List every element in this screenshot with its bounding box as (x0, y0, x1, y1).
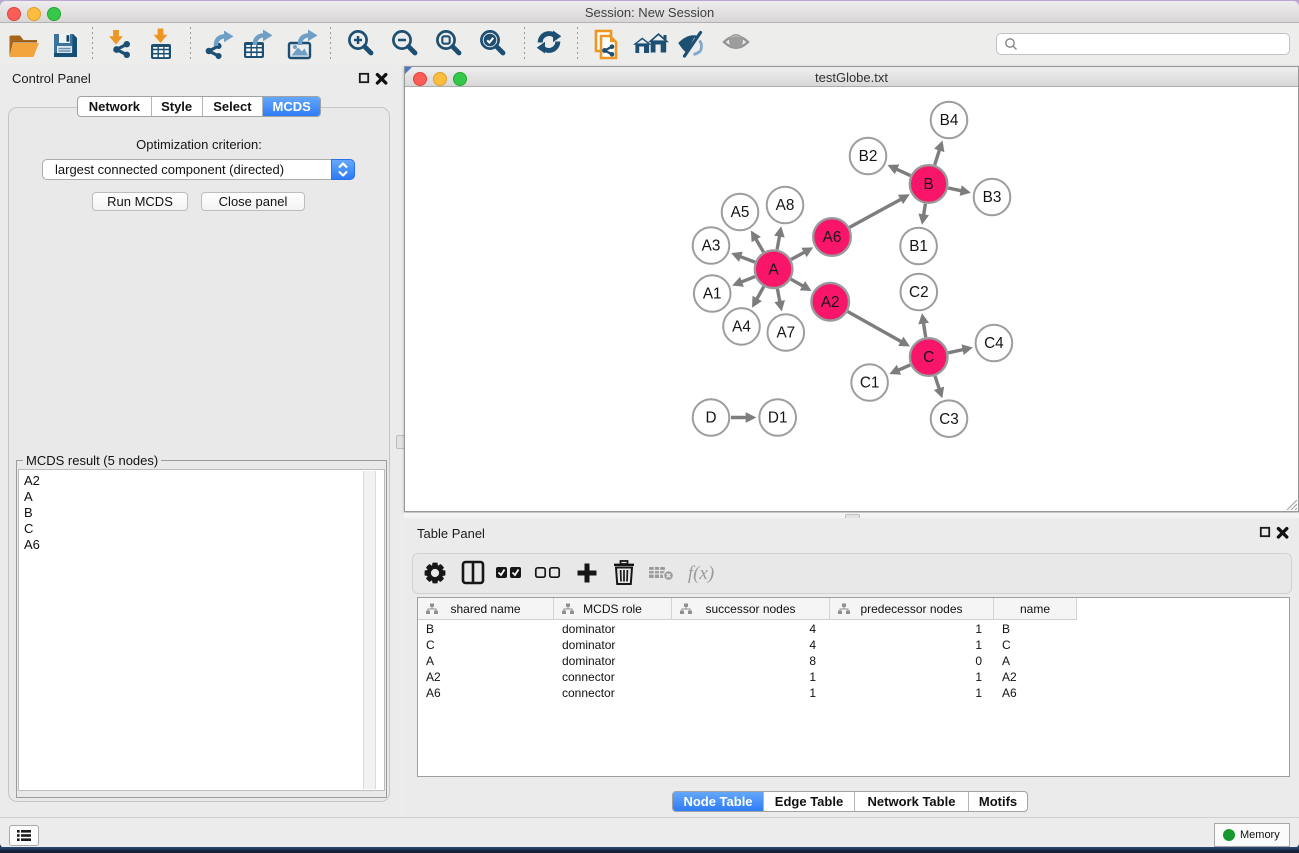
svg-text:D1: D1 (768, 410, 788, 427)
svg-text:A2: A2 (821, 294, 840, 311)
svg-text:D: D (705, 410, 716, 427)
svg-text:B1: B1 (909, 238, 928, 255)
svg-text:B: B (923, 176, 933, 193)
svg-text:A3: A3 (702, 238, 721, 255)
svg-text:A5: A5 (731, 204, 750, 221)
svg-text:B3: B3 (983, 189, 1002, 206)
svg-text:C2: C2 (909, 284, 929, 301)
svg-text:A: A (768, 261, 779, 278)
svg-text:C: C (923, 349, 934, 366)
svg-text:A7: A7 (776, 325, 795, 342)
svg-text:C3: C3 (939, 411, 959, 428)
svg-text:C1: C1 (860, 375, 880, 392)
svg-text:B2: B2 (859, 148, 878, 165)
svg-text:C4: C4 (984, 335, 1004, 352)
svg-text:B4: B4 (940, 112, 959, 129)
svg-text:A1: A1 (703, 286, 722, 303)
svg-text:A8: A8 (776, 197, 795, 214)
svg-text:A6: A6 (823, 229, 842, 246)
svg-text:A4: A4 (732, 319, 751, 336)
svg-text:f(x): f(x) (688, 563, 714, 584)
